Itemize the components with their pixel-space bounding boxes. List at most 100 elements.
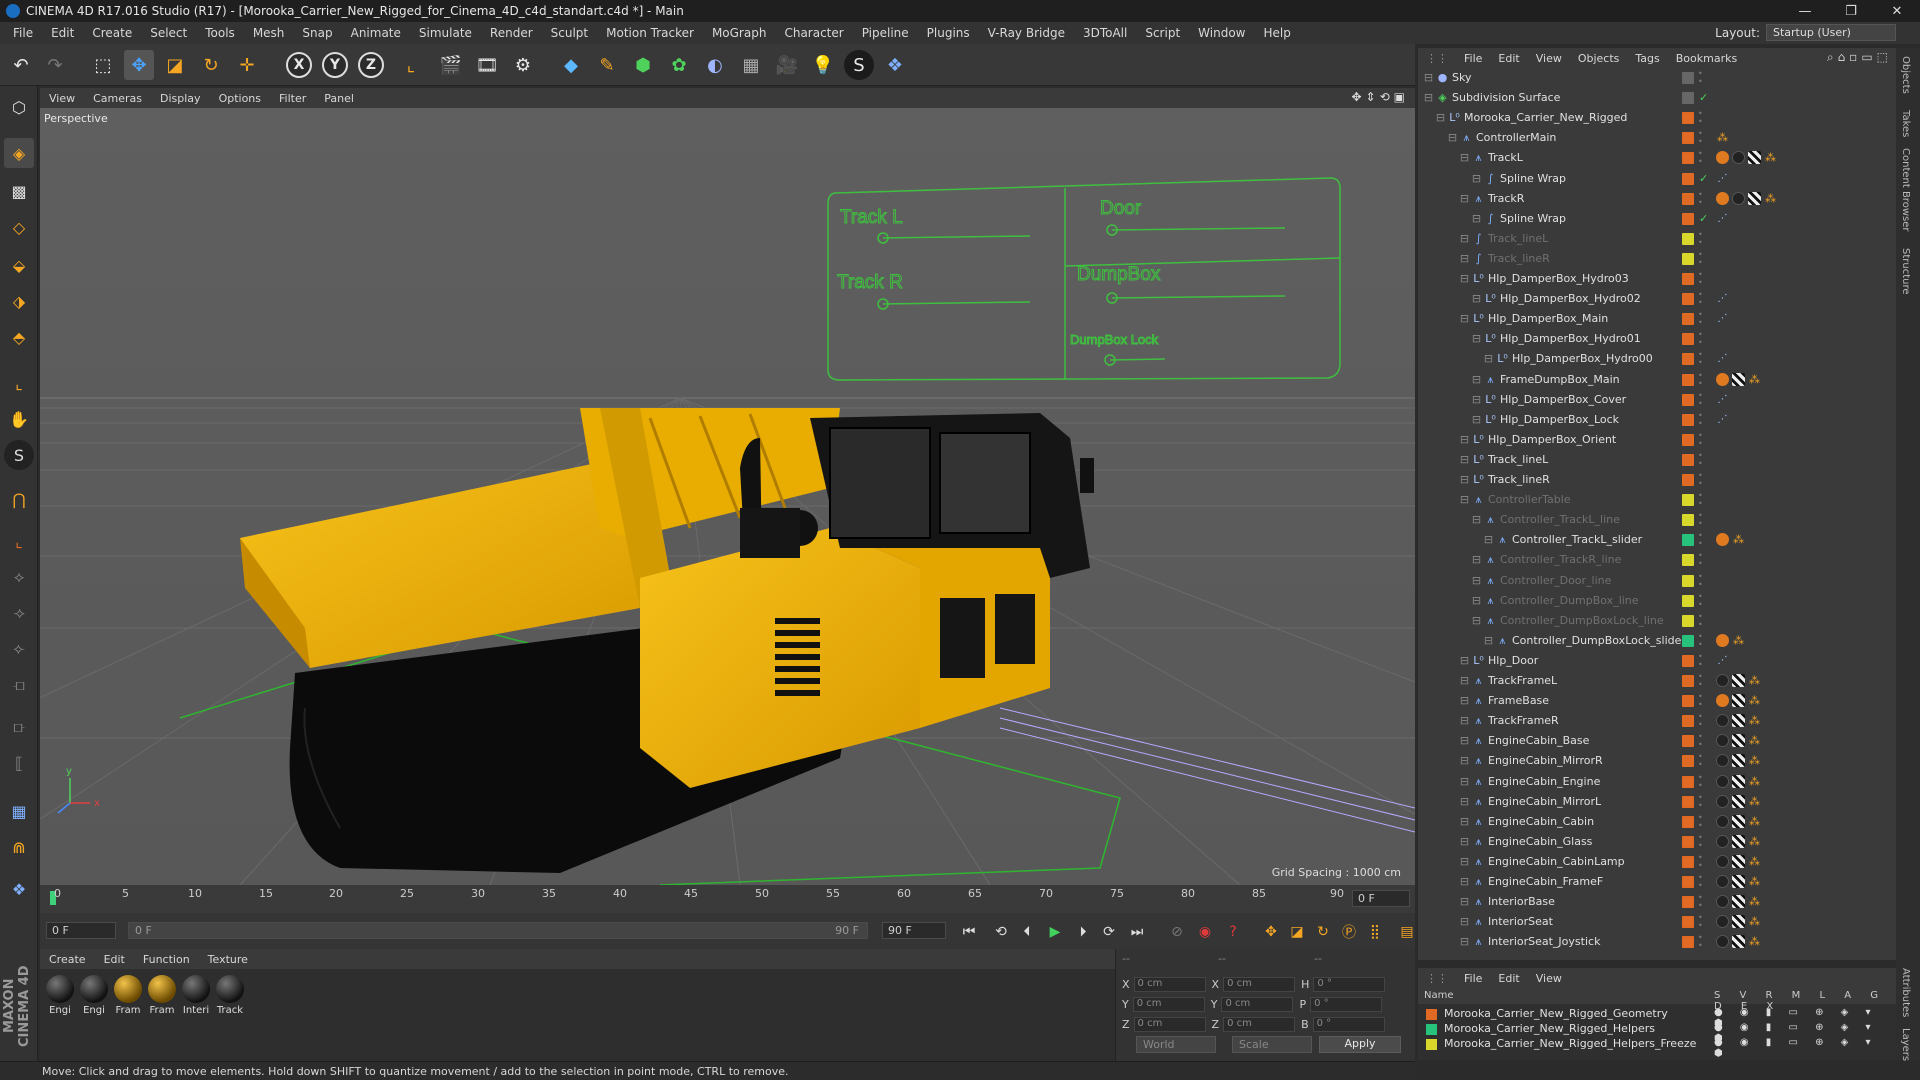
om-menu-file[interactable]: File — [1456, 52, 1490, 65]
layer-color-icon[interactable] — [1682, 775, 1694, 788]
tab-layers[interactable]: Layers — [1900, 1028, 1911, 1061]
phong-tag-icon[interactable]: ⁂ — [1732, 533, 1745, 546]
enabled-check-icon[interactable]: ✓ — [1699, 91, 1708, 104]
rotate-tool-icon[interactable]: ↻ — [196, 50, 226, 80]
undo-icon[interactable]: ↶ — [6, 50, 36, 80]
expand-toggle-icon[interactable]: ⊟ — [1458, 835, 1471, 848]
layer-color-icon[interactable] — [1682, 494, 1694, 507]
om-menu-edit[interactable]: Edit — [1490, 52, 1527, 65]
texture-tag-icon[interactable] — [1716, 875, 1729, 888]
layer-color-icon[interactable] — [1682, 554, 1694, 567]
uvw-tag-icon[interactable] — [1732, 714, 1745, 728]
layer-color-icon[interactable] — [1682, 815, 1694, 828]
menu-create[interactable]: Create — [83, 26, 141, 40]
object-row[interactable]: ⊟ ⩚ EngineCabin_Glass • • ⁂ — [1418, 832, 1896, 852]
texture-tag-icon[interactable] — [1732, 191, 1745, 205]
phong-tag-icon[interactable]: ⁂ — [1748, 694, 1761, 707]
texture-tag-icon[interactable] — [1716, 754, 1729, 768]
position-x-field[interactable]: 0 cm — [1133, 976, 1206, 992]
enabled-check-icon[interactable]: ✓ — [1699, 172, 1708, 185]
object-row[interactable]: ⊟ ⩚ EngineCabin_FrameF • • ⁂ — [1418, 872, 1896, 892]
play-icon[interactable]: ▶ — [1044, 921, 1066, 943]
visibility-dots-icon[interactable]: • • — [1698, 592, 1704, 609]
expand-toggle-icon[interactable]: ⊟ — [1458, 915, 1471, 928]
constraint-tag-icon[interactable]: ⋰ — [1716, 654, 1729, 667]
z-axis-lock-icon[interactable]: Z — [358, 52, 384, 78]
expand-toggle-icon[interactable]: ⊟ — [1458, 493, 1471, 506]
object-row[interactable]: ⊟ L⁰ Morooka_Carrier_New_Rigged • • — [1418, 108, 1896, 128]
uvw-tag-icon[interactable] — [1732, 754, 1745, 768]
maximize-button[interactable]: ❐ — [1828, 0, 1874, 22]
expand-toggle-icon[interactable]: ⊟ — [1458, 654, 1471, 667]
paint-tool-icon[interactable]: ⟤ — [4, 670, 34, 700]
uvw-tag-icon[interactable] — [1732, 774, 1745, 788]
current-frame-field[interactable]: 0 F — [1352, 890, 1410, 907]
range-slider[interactable]: 0 F 90 F — [128, 922, 868, 939]
om-menu-view[interactable]: View — [1528, 52, 1570, 65]
texture-tag-icon[interactable] — [1716, 814, 1729, 828]
object-row[interactable]: ⊟ ⩚ FrameBase • • ⁂ — [1418, 691, 1896, 711]
phong-tag-icon[interactable]: ⁂ — [1748, 714, 1761, 727]
position-y-field[interactable]: 0 cm — [1132, 996, 1205, 1012]
phong-tag-icon[interactable]: ⁂ — [1748, 915, 1761, 928]
y-axis-lock-icon[interactable]: Y — [322, 52, 348, 78]
phong-tag-icon[interactable]: ⁂ — [1748, 775, 1761, 788]
layer-color-icon[interactable] — [1682, 333, 1694, 346]
python-icon[interactable]: ❖ — [880, 50, 910, 80]
layer-color-swatch[interactable] — [1426, 1024, 1437, 1035]
end-frame-field[interactable]: 90 F — [882, 922, 946, 939]
phong-tag-icon[interactable]: ⁂ — [1732, 634, 1745, 647]
visibility-dots-icon[interactable]: • • — [1698, 733, 1704, 749]
layer-color-icon[interactable] — [1682, 594, 1694, 607]
position-z-field[interactable]: 0 cm — [1133, 1016, 1206, 1032]
texture-tag-icon[interactable] — [1716, 895, 1729, 909]
object-row[interactable]: ⊟ L⁰ Hlp_DamperBox_Main • • ⋰ — [1418, 309, 1896, 329]
sculpt-icon[interactable]: ⟥ — [4, 712, 34, 742]
layer-color-icon[interactable] — [1682, 172, 1694, 185]
object-row[interactable]: ⊟ ● Sky • • — [1418, 68, 1896, 88]
object-row[interactable]: ⊟ L⁰ Hlp_Door • • ⋰ — [1418, 651, 1896, 671]
layer-color-icon[interactable] — [1682, 252, 1694, 265]
material-swatch[interactable]: Engi — [44, 975, 76, 1016]
object-row[interactable]: ⊟ ⩚ Controller_TrackL_slider • • ⁂ — [1418, 530, 1896, 550]
axis-mode-icon[interactable]: ⌞ — [4, 368, 34, 398]
enabled-check-icon[interactable]: ✓ — [1699, 212, 1708, 225]
go-to-end-icon[interactable]: ⏭ — [1126, 921, 1148, 943]
xpresso-tag-icon[interactable] — [1716, 533, 1729, 547]
layer-color-icon[interactable] — [1682, 916, 1694, 929]
lm-menu-edit[interactable]: Edit — [1490, 972, 1527, 985]
visibility-dots-icon[interactable]: • • — [1698, 552, 1704, 568]
redo-icon[interactable]: ↷ — [40, 50, 70, 80]
floor-scene-icon[interactable]: ▦ — [736, 50, 766, 80]
size-y-field[interactable]: 0 cm — [1221, 996, 1294, 1012]
object-row[interactable]: ⊟ L⁰ Track_lineR • • — [1418, 470, 1896, 490]
viewport-camera-label[interactable]: Perspective — [44, 112, 108, 125]
expand-toggle-icon[interactable]: ⊟ — [1458, 815, 1471, 828]
viewport-menu-view[interactable]: View — [40, 92, 84, 105]
xpresso-tag-icon[interactable] — [1716, 191, 1729, 205]
menu-tools[interactable]: Tools — [196, 26, 244, 40]
constraint-tag-icon[interactable]: ⋰ — [1716, 413, 1729, 426]
key-rotation-icon[interactable]: ↻ — [1312, 921, 1334, 943]
constraint-tag-icon[interactable]: ⋰ — [1716, 172, 1729, 185]
object-row[interactable]: ⊟ ⩚ Controller_DumpBoxLock_line • • — [1418, 611, 1896, 631]
material-swatch[interactable]: Fram — [146, 975, 178, 1016]
menu-character[interactable]: Character — [775, 26, 852, 40]
layer-color-icon[interactable] — [1682, 112, 1694, 125]
live-selection-icon[interactable]: ⬚ — [88, 50, 118, 80]
expand-toggle-icon[interactable]: ⊟ — [1422, 71, 1435, 84]
visibility-dots-icon[interactable]: • • — [1698, 451, 1704, 468]
xpresso-tag-icon[interactable] — [1716, 694, 1729, 708]
previous-frame-icon[interactable]: ⏴ — [1016, 921, 1038, 943]
texture-tag-icon[interactable] — [1716, 714, 1729, 728]
xpresso-tag-icon[interactable] — [1716, 151, 1729, 165]
layer-color-icon[interactable] — [1682, 152, 1694, 165]
expand-toggle-icon[interactable]: ⊟ — [1482, 634, 1495, 647]
joint-tool-icon[interactable]: ⟡ — [4, 562, 34, 592]
x-axis-lock-icon[interactable]: X — [286, 52, 312, 78]
expand-toggle-icon[interactable]: ⊟ — [1458, 855, 1471, 868]
constraint-tag-icon[interactable]: ⋰ — [1716, 312, 1729, 325]
model-mode-icon[interactable]: ◈ — [4, 138, 34, 168]
layer-color-icon[interactable] — [1682, 695, 1694, 708]
layer-color-icon[interactable] — [1682, 795, 1694, 808]
